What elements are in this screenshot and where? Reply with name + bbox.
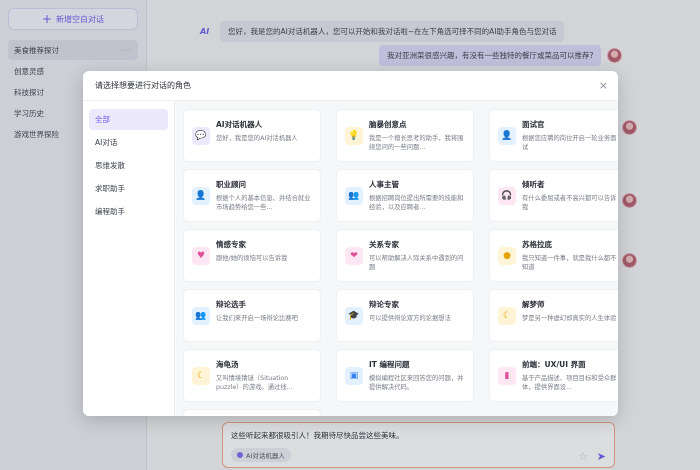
role-description: 模拟编程社区来回答您的问题，并提供解决代码。 xyxy=(369,375,464,391)
role-card[interactable]: 🎧 倾听者有什么委屈或者不高兴都可以告诉我 xyxy=(489,169,618,222)
role-icon: ☾ xyxy=(192,367,210,385)
role-description: 跟他/她的烦恼可以告诉我 xyxy=(216,255,288,262)
role-title: 情感专家 xyxy=(216,240,246,249)
role-icon: ● xyxy=(498,247,516,265)
role-title: 倾听者 xyxy=(522,180,545,189)
role-description: 根据您应聘的岗位开启一轮业务面试 xyxy=(522,135,617,151)
role-title: 人事主管 xyxy=(369,180,399,189)
role-title: 解梦师 xyxy=(522,300,545,309)
role-description: 根据个人的基本信息、并结合就业市场趋势给您一些... xyxy=(216,195,311,211)
role-card[interactable]: 👥 人事主管根据招聘岗位提出所需要的技能和经验，以及应聘者... xyxy=(336,169,474,222)
role-card-text: 人事主管根据招聘岗位提出所需要的技能和经验，以及应聘者... xyxy=(369,179,465,212)
role-title: AI对话机器人 xyxy=(216,120,263,129)
role-title: IT 编程问题 xyxy=(369,360,410,369)
role-icon: 💬 xyxy=(192,127,210,145)
role-card-grid: 💬 AI对话机器人您好，我是您的AI对话机器人 💡 脑暴创意点我是一个擅长思考的助手，… xyxy=(175,101,618,416)
role-card-text: 解梦师梦是另一种虚幻却真实的人生体验 xyxy=(522,299,616,332)
category-list: 全部 AI对话 思维发散 求职助手 编程助手 xyxy=(83,101,175,416)
role-icon: ☾ xyxy=(498,307,516,325)
role-card-text: 苏格拉底我只知道一件事，就是我什么都不知道 xyxy=(522,239,618,272)
role-title: 苏格拉底 xyxy=(522,240,552,249)
role-title: 关系专家 xyxy=(369,240,399,249)
role-card[interactable]: ▮ 前端：UX/UI 界面基于产品描述、项目目标和受众群体，提供界面设... xyxy=(489,349,618,402)
modal-body: 全部 AI对话 思维发散 求职助手 编程助手 💬 AI对话机器人您好，我是您的AI… xyxy=(83,101,618,416)
role-title: 职业顾问 xyxy=(216,180,246,189)
role-card[interactable]: ❤ 关系专家可以帮助解决人际关系中遇到的问题 xyxy=(336,229,474,282)
role-card[interactable]: 👤 职业顾问根据个人的基本信息、并结合就业市场趋势给您一些... xyxy=(183,169,321,222)
modal-title: 请选择想要进行对话的角色 xyxy=(95,81,191,90)
role-title: 辩论选手 xyxy=(216,300,246,309)
role-description: 让我们来开启一场辩论比赛吧 xyxy=(216,315,298,322)
category-brainstorm[interactable]: 思维发散 xyxy=(89,155,168,176)
role-title: 面试官 xyxy=(522,120,545,129)
role-description: 根据招聘岗位提出所需要的技能和经验，以及应聘者... xyxy=(369,195,464,211)
role-icon: 👥 xyxy=(192,307,210,325)
category-ai-chat[interactable]: AI对话 xyxy=(89,132,168,153)
role-description: 有什么委屈或者不高兴都可以告诉我 xyxy=(522,195,617,211)
role-card-text: 职业顾问根据个人的基本信息、并结合就业市场趋势给您一些... xyxy=(216,179,312,212)
role-icon: ♥ xyxy=(192,247,210,265)
role-description: 我只知道一件事，就是我什么都不知道 xyxy=(522,255,617,271)
role-card-text: 关系专家可以帮助解决人际关系中遇到的问题 xyxy=(369,239,465,272)
role-icon: 🎧 xyxy=(498,187,516,205)
role-icon: 👥 xyxy=(345,187,363,205)
role-description: 您好，我是您的AI对话机器人 xyxy=(216,135,298,142)
role-icon: 💡 xyxy=(345,127,363,145)
role-card[interactable]: ☾ 海龟汤又叫情境猜谜（Situation puzzle）的游戏。通过线... xyxy=(183,349,321,402)
role-icon: ▮ xyxy=(498,367,516,385)
close-icon[interactable]: × xyxy=(599,79,608,92)
role-card[interactable]: 💡 脑暴创意点我是一个擅长思考的助手，我将围绕您问的一些问题... xyxy=(336,109,474,162)
role-title: 海龟汤 xyxy=(216,360,239,369)
role-card[interactable]: 🎓 辩论专家可以提供辩论双方的论据想法 xyxy=(336,289,474,342)
modal-header: 请选择想要进行对话的角色 × xyxy=(83,71,618,101)
role-title: 前端：UX/UI 界面 xyxy=(522,360,586,369)
role-description: 可以帮助解决人际关系中遇到的问题 xyxy=(369,255,464,271)
role-title: 辩论专家 xyxy=(369,300,399,309)
role-card[interactable] xyxy=(183,409,321,416)
role-card-text: IT 编程问题模拟编程社区来回答您的问题，并提供解决代码。 xyxy=(369,359,465,392)
role-card-text: 倾听者有什么委屈或者不高兴都可以告诉我 xyxy=(522,179,618,212)
role-description: 梦是另一种虚幻却真实的人生体验 xyxy=(522,315,617,322)
role-card-text: 面试官根据您应聘的岗位开启一轮业务面试 xyxy=(522,119,618,152)
category-job-assistant[interactable]: 求职助手 xyxy=(89,178,168,199)
role-card-text: 情感专家跟他/她的烦恼可以告诉我 xyxy=(216,239,287,272)
role-icon: 👤 xyxy=(192,187,210,205)
role-icon: ❤ xyxy=(345,247,363,265)
role-title: 脑暴创意点 xyxy=(369,120,407,129)
role-card[interactable]: ▣ IT 编程问题模拟编程社区来回答您的问题，并提供解决代码。 xyxy=(336,349,474,402)
role-card-text: 脑暴创意点我是一个擅长思考的助手，我将围绕您问的一些问题... xyxy=(369,119,465,152)
role-card[interactable]: ● 苏格拉底我只知道一件事，就是我什么都不知道 xyxy=(489,229,618,282)
role-description: 我是一个擅长思考的助手，我将围绕您问的一些问题... xyxy=(369,135,464,151)
role-icon: ▣ xyxy=(345,367,363,385)
category-coding-assistant[interactable]: 编程助手 xyxy=(89,201,168,222)
role-card-text: 海龟汤又叫情境猜谜（Situation puzzle）的游戏。通过线... xyxy=(216,359,312,392)
role-card[interactable]: 👤 面试官根据您应聘的岗位开启一轮业务面试 xyxy=(489,109,618,162)
role-card-text: 辩论专家可以提供辩论双方的论据想法 xyxy=(369,299,451,332)
role-card[interactable]: ☾ 解梦师梦是另一种虚幻却真实的人生体验 xyxy=(489,289,618,342)
role-icon: 👤 xyxy=(498,127,516,145)
role-card[interactable]: 💬 AI对话机器人您好，我是您的AI对话机器人 xyxy=(183,109,321,162)
role-card-text: 前端：UX/UI 界面基于产品描述、项目目标和受众群体，提供界面设... xyxy=(522,359,618,392)
role-card-text: AI对话机器人您好，我是您的AI对话机器人 xyxy=(216,119,298,152)
role-select-modal: 请选择想要进行对话的角色 × 全部 AI对话 思维发散 求职助手 编程助手 💬 A… xyxy=(83,71,618,416)
role-card-text: 辩论选手让我们来开启一场辩论比赛吧 xyxy=(216,299,298,332)
role-description: 又叫情境猜谜（Situation puzzle）的游戏。通过线... xyxy=(216,375,293,391)
role-icon: 🎓 xyxy=(345,307,363,325)
role-description: 可以提供辩论双方的论据想法 xyxy=(369,315,451,322)
category-all[interactable]: 全部 xyxy=(89,109,168,130)
role-card[interactable]: 👥 辩论选手让我们来开启一场辩论比赛吧 xyxy=(183,289,321,342)
role-card[interactable]: ♥ 情感专家跟他/她的烦恼可以告诉我 xyxy=(183,229,321,282)
role-description: 基于产品描述、项目目标和受众群体，提供界面设... xyxy=(522,375,617,391)
